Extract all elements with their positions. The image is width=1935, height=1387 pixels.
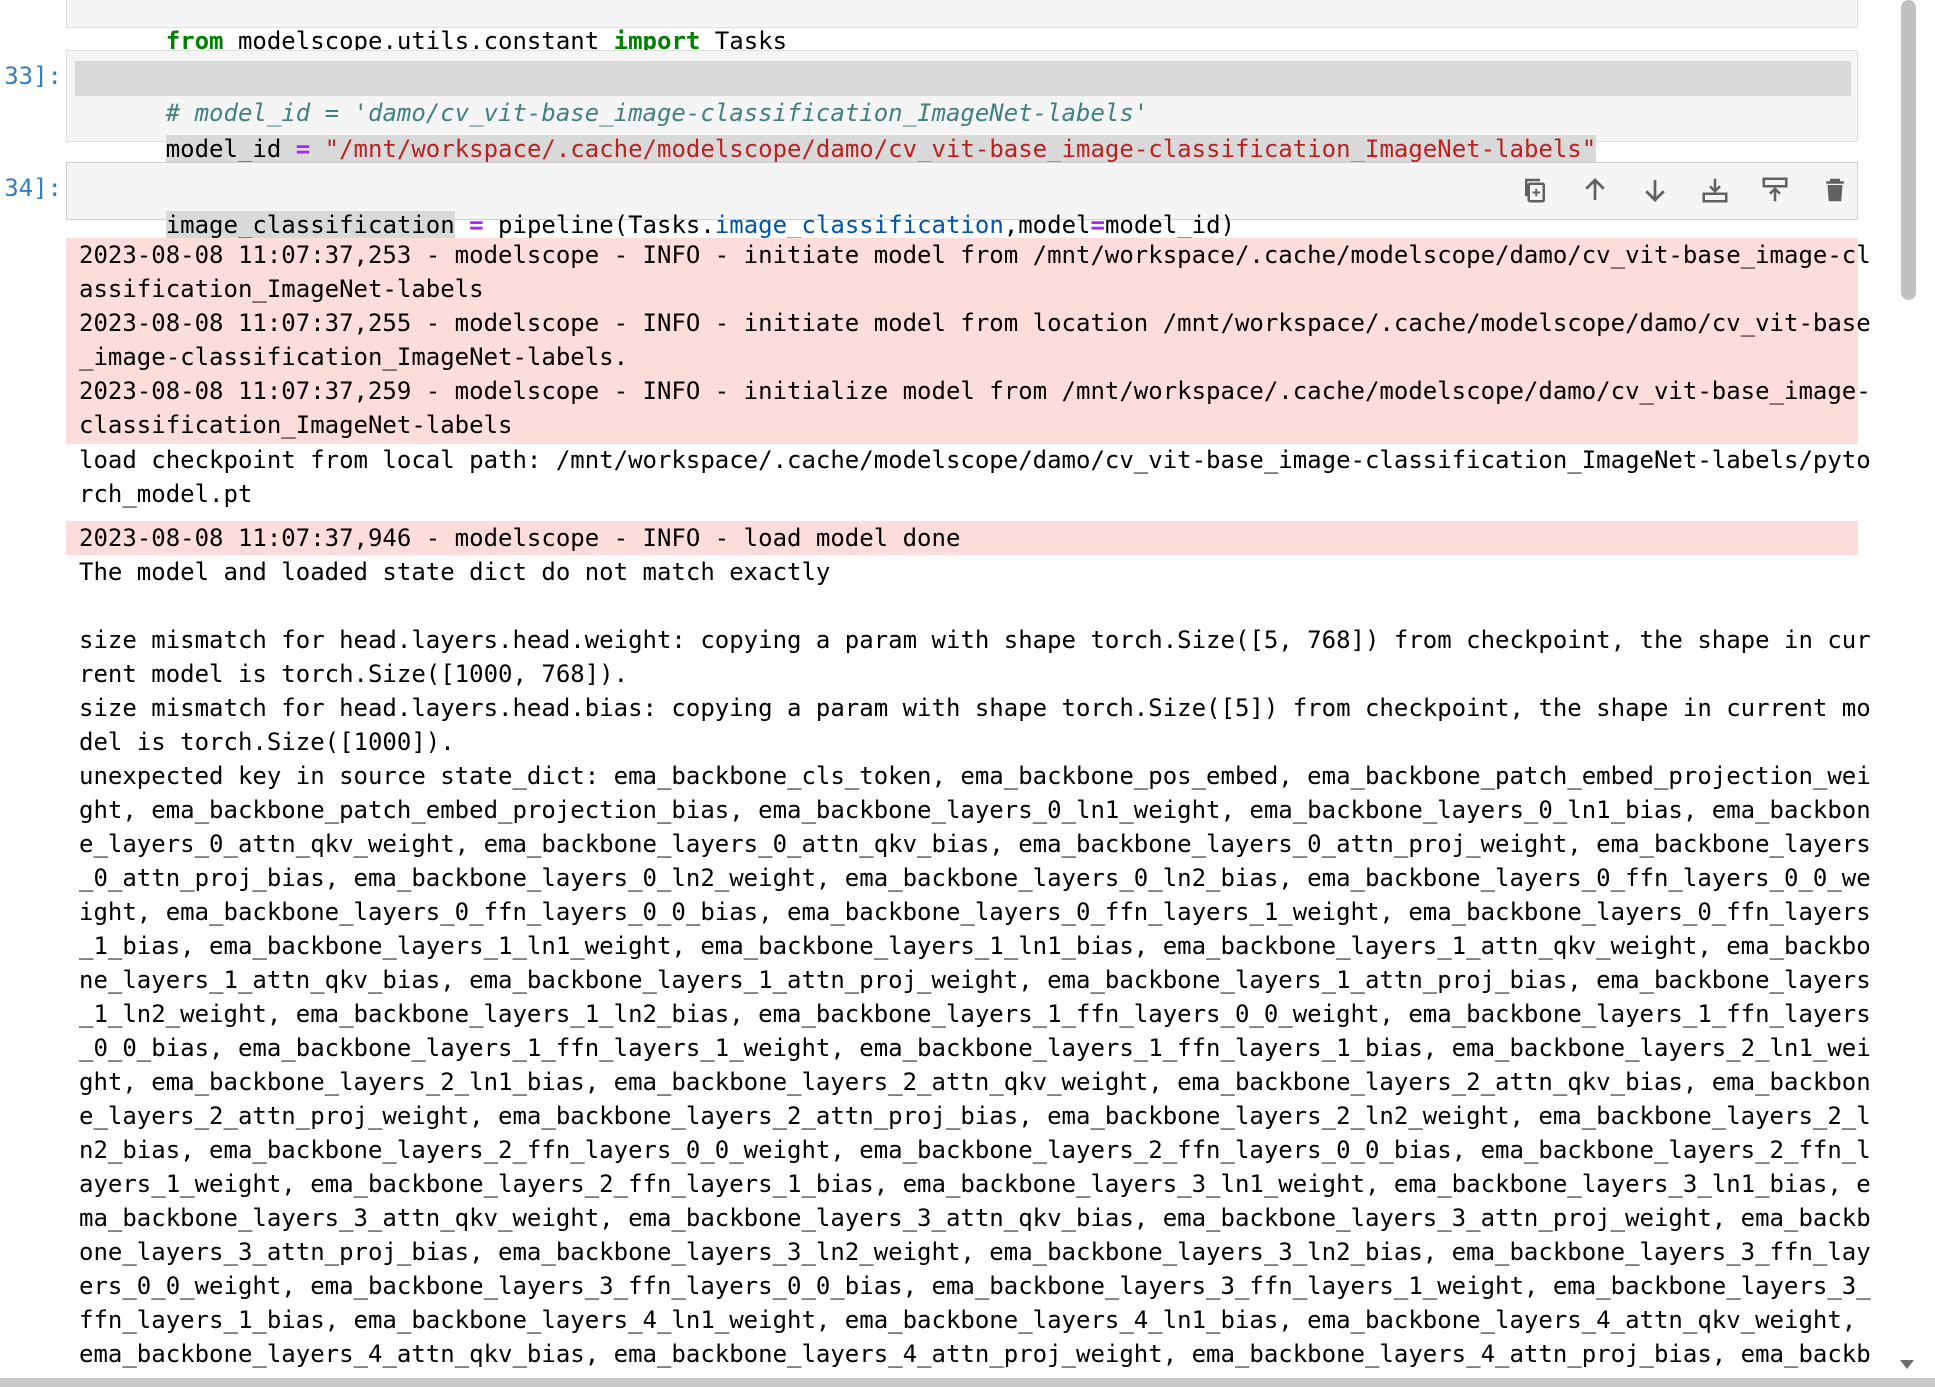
output-line: one_layers_3_attn_proj_bias, ema_backbon… xyxy=(79,1238,1871,1266)
output-line: load checkpoint from local path: /mnt/wo… xyxy=(79,446,1871,474)
output-line: The model and loaded state dict do not m… xyxy=(79,558,831,586)
output-line: unexpected key in source state_dict: ema… xyxy=(79,762,1871,790)
code-attr-image-classification: image_classification xyxy=(714,211,1004,239)
output-line: ayers_1_weight, ema_backbone_layers_2_ff… xyxy=(79,1170,1871,1198)
insert-above-icon[interactable] xyxy=(1745,172,1805,208)
output-line: ne_layers_1_attn_qkv_bias, ema_backbone_… xyxy=(79,966,1871,994)
output-stderr-load-done: 2023-08-08 11:07:37,946 - modelscope - I… xyxy=(66,521,1858,555)
output-line: ffn_layers_1_bias, ema_backbone_layers_4… xyxy=(79,1306,1857,1334)
code-assign-line: model_id = "/mnt/workspace/.cache/models… xyxy=(79,97,1597,163)
output-line: classification_ImageNet-labels xyxy=(79,411,513,439)
code-op-assign: = xyxy=(469,211,484,239)
output-line: _1_bias, ema_backbone_layers_1_ln1_weigh… xyxy=(79,932,1871,960)
code-arg-model-id: model_id) xyxy=(1104,211,1235,239)
output-line: rent model is torch.Size([1000, 768]). xyxy=(79,660,629,688)
cell-input-33[interactable]: # model_id = 'damo/cv_vit-base_image-cla… xyxy=(66,50,1858,163)
output-line: ers_0_0_weight, ema_backbone_layers_3_ff… xyxy=(79,1272,1871,1300)
cell-prompt-34: 34]: xyxy=(4,174,62,202)
move-down-icon[interactable] xyxy=(1625,172,1685,208)
output-line: _0_0_bias, ema_backbone_layers_1_ffn_lay… xyxy=(79,1034,1871,1062)
output-line: ma_backbone_layers_3_attn_qkv_weight, em… xyxy=(79,1204,1871,1232)
move-up-icon[interactable] xyxy=(1565,172,1625,208)
output-line: n2_bias, ema_backbone_layers_2_ffn_layer… xyxy=(79,1136,1871,1164)
output-line: del is torch.Size([1000]). xyxy=(79,728,455,756)
output-stdout-load-checkpoint: load checkpoint from local path: /mnt/wo… xyxy=(66,443,1871,511)
output-line: ght, ema_backbone_layers_2_ln1_bias, ema… xyxy=(79,1068,1871,1096)
code-var-model-id: model_id = "/mnt/workspace/.cache/models… xyxy=(165,135,1597,163)
output-stdout-state-dict: The model and loaded state dict do not m… xyxy=(66,555,1871,1375)
delete-icon[interactable] xyxy=(1805,172,1865,208)
output-line: e_layers_0_attn_qkv_weight, ema_backbone… xyxy=(79,830,1871,858)
code-call-pipeline: pipeline(Tasks. xyxy=(498,211,715,239)
output-line: ght, ema_backbone_patch_embed_projection… xyxy=(79,796,1871,824)
output-line: rch_model.pt xyxy=(79,480,253,508)
cell-input-imports[interactable]: from modelscope.utils.constant import Ta… xyxy=(66,0,1858,55)
output-line: assification_ImageNet-labels xyxy=(79,275,484,303)
copy-icon[interactable] xyxy=(1505,172,1565,208)
code-kwarg-model: ,model xyxy=(1003,211,1091,239)
notebook-view: from modelscope.utils.constant import Ta… xyxy=(0,0,1935,1387)
scroll-down-arrow-icon[interactable] xyxy=(1896,1354,1918,1376)
output-line: _0_attn_proj_bias, ema_backbone_layers_0… xyxy=(79,864,1871,892)
output-line: ema_backbone_layers_4_attn_qkv_bias, ema… xyxy=(79,1340,1871,1368)
bottom-edge xyxy=(0,1378,1935,1387)
output-line: size mismatch for head.layers.head.bias:… xyxy=(79,694,1871,722)
output-line: _image-classification_ImageNet-labels. xyxy=(79,343,629,371)
output-stderr-initiate: 2023-08-08 11:07:37,253 - modelscope - I… xyxy=(66,238,1871,444)
output-line: 2023-08-08 11:07:37,946 - modelscope - I… xyxy=(79,524,961,552)
output-line: ight, ema_backbone_layers_0_ffn_layers_0… xyxy=(79,898,1871,926)
cell-toolbar xyxy=(1505,172,1865,208)
output-line: 2023-08-08 11:07:37,255 - modelscope - I… xyxy=(79,309,1871,337)
code-pipeline-line: image_classification = pipeline(Tasks.im… xyxy=(79,173,1235,239)
output-line: e_layers_2_attn_proj_weight, ema_backbon… xyxy=(79,1102,1871,1130)
cell-prompt-33: 33]: xyxy=(4,62,62,90)
code-op-kwarg: = xyxy=(1090,211,1105,239)
output-line: size mismatch for head.layers.head.weigh… xyxy=(79,626,1871,654)
output-line: 2023-08-08 11:07:37,259 - modelscope - I… xyxy=(79,377,1871,405)
output-line: 2023-08-08 11:07:37,253 - modelscope - I… xyxy=(79,241,1871,269)
scrollbar-thumb[interactable] xyxy=(1901,0,1916,300)
output-line: _1_ln2_weight, ema_backbone_layers_1_ln2… xyxy=(79,1000,1871,1028)
code-comment-line: # model_id = 'damo/cv_vit-base_image-cla… xyxy=(75,61,1851,127)
code-var-image-classification: image_classification xyxy=(165,211,455,239)
insert-below-icon[interactable] xyxy=(1685,172,1745,208)
code-line-import: from modelscope.utils.constant import Ta… xyxy=(165,27,788,55)
